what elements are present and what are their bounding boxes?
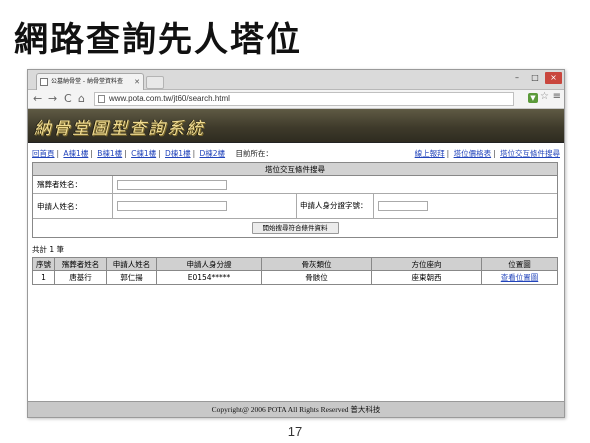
- nav-a1-link[interactable]: A棟1樓: [63, 149, 88, 158]
- extension-icon[interactable]: ▼: [528, 93, 538, 103]
- cell-id: E0154*****: [156, 270, 262, 285]
- nav-c1-link[interactable]: C棟1樓: [131, 149, 156, 158]
- site-banner: 納骨堂圖型查詢系統: [28, 109, 564, 143]
- search-form: 塔位交互條件搜尋 殯葬者姓名： 申請人姓名： 申請人身分證字號： 開始搜尋符合條…: [32, 162, 558, 238]
- col-header: 申請人身分證: [156, 257, 262, 271]
- col-header: 骨灰類位: [261, 257, 372, 271]
- cell-direction: 座東朝西: [371, 270, 482, 285]
- cell-deceased: 唐基行: [54, 270, 107, 285]
- applicant-id-label: 申請人身分證字號：: [296, 194, 374, 218]
- search-row-applicant: 申請人姓名： 申請人身分證字號：: [33, 194, 557, 219]
- col-header: 申請人姓名: [106, 257, 157, 271]
- applicant-name-input[interactable]: [117, 201, 227, 211]
- applicant-id-input[interactable]: [378, 201, 428, 211]
- tab-title: 公墓納骨堂 - 納骨堂資料查: [51, 78, 123, 85]
- slide-title: 網路查詢先人塔位: [14, 20, 302, 60]
- results-table: 序號 殯葬者姓名 申請人姓名 申請人身分證 骨灰類位 方位座向 位置圖 1 唐基…: [32, 257, 558, 285]
- page-icon: [98, 95, 105, 103]
- tab-close-icon[interactable]: ✕: [134, 74, 140, 90]
- back-arrow-icon[interactable]: ←: [33, 91, 42, 107]
- search-form-header: 塔位交互條件搜尋: [33, 163, 557, 176]
- deceased-name-input[interactable]: [117, 179, 227, 190]
- view-map-link[interactable]: 查看位置圖: [501, 273, 539, 282]
- home-icon[interactable]: ⌂: [78, 91, 85, 107]
- result-count: 共計 1 筆: [32, 245, 65, 254]
- cell-no: 1: [32, 270, 55, 285]
- page-number: 17: [287, 424, 303, 439]
- col-header: 位置圖: [481, 257, 558, 271]
- right-nav: 線上報拜 | 塔位價格表 | 塔位交互條件搜尋: [414, 149, 560, 158]
- search-row-deceased: 殯葬者姓名：: [33, 176, 557, 194]
- price-list-link[interactable]: 塔位價格表: [454, 149, 492, 158]
- maximize-button[interactable]: □: [528, 72, 542, 84]
- reload-icon[interactable]: C: [64, 91, 72, 107]
- search-button-row: 開始搜尋符合條件資料: [33, 219, 557, 237]
- browser-window: 公墓納骨堂 - 納骨堂資料查 ✕ – □ × ← → C ⌂ www.pota.…: [27, 69, 565, 418]
- building-nav: 回首頁 | A棟1樓 | B棟1樓 | C棟1樓 | D棟1樓 | D棟2樓 目前所在：: [32, 149, 273, 158]
- search-submit-button[interactable]: 開始搜尋符合條件資料: [251, 222, 339, 234]
- minimize-button[interactable]: –: [510, 72, 524, 84]
- cell-type: 骨骸位: [261, 270, 372, 285]
- online-worship-link[interactable]: 線上報拜: [415, 149, 445, 158]
- forward-arrow-icon[interactable]: →: [48, 91, 57, 107]
- address-bar[interactable]: www.pota.com.tw/jt60/search.html: [94, 92, 514, 106]
- col-header: 序號: [32, 257, 55, 271]
- cross-search-link[interactable]: 塔位交互條件搜尋: [500, 149, 560, 158]
- favicon-icon: [40, 78, 48, 86]
- nav-d1-link[interactable]: D棟1樓: [165, 149, 191, 158]
- nav-row: 回首頁 | A棟1樓 | B棟1樓 | C棟1樓 | D棟1樓 | D棟2樓 目前所在： …: [32, 146, 560, 160]
- results-header-row: 序號 殯葬者姓名 申請人姓名 申請人身分證 骨灰類位 方位座向 位置圖: [32, 257, 558, 271]
- col-header: 殯葬者姓名: [54, 257, 107, 271]
- close-window-button[interactable]: ×: [545, 72, 562, 84]
- site-footer: Copyright@ 2006 POTA All Rights Reserved…: [28, 401, 564, 417]
- cell-map: 查看位置圖: [481, 270, 558, 285]
- browser-tab[interactable]: 公墓納骨堂 - 納骨堂資料查 ✕: [36, 73, 144, 90]
- site-banner-title: 納骨堂圖型查詢系統: [34, 119, 205, 139]
- col-header: 方位座向: [371, 257, 482, 271]
- new-tab-button[interactable]: [146, 76, 164, 89]
- location-label: 目前所在：: [235, 149, 273, 158]
- url-text: www.pota.com.tw/jt60/search.html: [109, 94, 230, 103]
- cell-applicant: 郭仁揚: [106, 270, 157, 285]
- deceased-name-label: 殯葬者姓名：: [33, 176, 113, 193]
- bookmark-star-icon[interactable]: ☆: [540, 91, 549, 102]
- tab-strip: 公墓納骨堂 - 納骨堂資料查 ✕ – □ ×: [28, 70, 564, 90]
- browser-toolbar: ← → C ⌂ www.pota.com.tw/jt60/search.html…: [28, 90, 564, 109]
- applicant-name-label: 申請人姓名：: [33, 194, 113, 218]
- nav-b1-link[interactable]: B棟1樓: [97, 149, 122, 158]
- table-row: 1 唐基行 郭仁揚 E0154***** 骨骸位 座東朝西 查看位置圖: [32, 270, 558, 285]
- page-content: 回首頁 | A棟1樓 | B棟1樓 | C棟1樓 | D棟1樓 | D棟2樓 目前所在： …: [28, 146, 564, 285]
- nav-home-link[interactable]: 回首頁: [32, 149, 55, 158]
- menu-icon[interactable]: ≡: [553, 91, 561, 102]
- nav-d2-link[interactable]: D棟2樓: [200, 149, 226, 158]
